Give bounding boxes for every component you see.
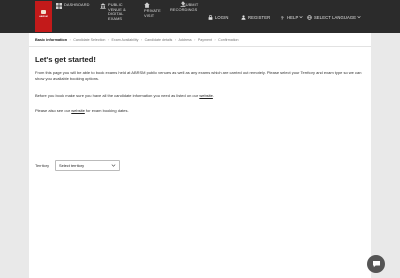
breadcrumb-separator: › xyxy=(194,37,196,42)
breadcrumb-separator: › xyxy=(174,37,176,42)
booking-dates-end: for exam booking dates. xyxy=(84,108,129,113)
nav-dashboard[interactable]: DASHBOARD xyxy=(56,0,94,33)
lock-icon xyxy=(208,14,213,20)
chevron-down-icon xyxy=(357,16,361,19)
nav-private-visit[interactable]: PRIVATE VISIT xyxy=(139,0,167,33)
nav-public-venue-line-4: EXAMS xyxy=(108,15,123,21)
step-candidate-details: Candidate details xyxy=(144,37,173,42)
step-exam-availability: Exam Availability xyxy=(111,37,139,42)
step-confirmation: Confirmation xyxy=(218,37,239,42)
nav-submit-recordings[interactable]: SUBMIT RECORDINGS xyxy=(169,0,205,33)
globe-icon xyxy=(307,14,312,20)
nav-public-venue-label: PUBLIC VENUE & DIGITAL EXAMS xyxy=(108,2,126,21)
building-icon xyxy=(100,3,106,9)
nav-submit-recordings-label: SUBMIT RECORDINGS xyxy=(170,2,198,12)
territory-select[interactable]: Select territory xyxy=(55,160,120,171)
abrsm-logo[interactable]: ABRSM xyxy=(35,1,52,32)
language-label: SELECT LANGUAGE xyxy=(314,14,357,20)
logo-text: ABRSM xyxy=(39,16,48,18)
candidate-info-website-link[interactable]: website xyxy=(199,93,213,98)
language-selector[interactable]: SELECT LANGUAGE xyxy=(307,14,363,20)
chat-icon xyxy=(372,261,380,268)
breadcrumb-separator: › xyxy=(107,37,110,42)
nav-private-visit-label: PRIVATE VISIT xyxy=(144,8,161,18)
candidate-info-end: . xyxy=(212,93,215,98)
booking-dates-website-link[interactable]: website xyxy=(71,108,85,113)
chevron-down-icon xyxy=(111,164,116,167)
top-navigation-bar: ABRSM DASHBOARD PUBLIC VENUE & DIGITAL E… xyxy=(0,0,400,33)
nav-public-venue-digital-exams[interactable]: PUBLIC VENUE & DIGITAL EXAMS xyxy=(100,0,136,33)
booking-dates-text: Please also see our xyxy=(35,108,72,113)
question-icon: ? xyxy=(281,15,284,20)
step-payment: Payment xyxy=(197,37,213,42)
chevron-down-icon xyxy=(299,16,303,19)
grid-icon xyxy=(56,3,62,9)
intro-paragraph: From this page you will be able to book … xyxy=(35,70,362,81)
booking-dates-paragraph: Please also see our website for exam boo… xyxy=(35,108,365,114)
breadcrumb-separator: › xyxy=(69,37,71,42)
nav-submit-line-2: RECORDINGS xyxy=(170,6,198,12)
nav-dashboard-label: DASHBOARD xyxy=(64,2,90,7)
register-label: REGISTER xyxy=(248,14,271,20)
chat-button[interactable] xyxy=(367,255,385,273)
nav-private-visit-line-2: VISIT xyxy=(144,12,155,18)
candidate-info-paragraph: Before you book make sure you have all t… xyxy=(35,93,365,99)
register-link[interactable]: REGISTER xyxy=(241,14,270,20)
help-label: HELP xyxy=(287,14,299,20)
step-candidate-selection: Candidate Selection xyxy=(73,37,106,42)
candidate-info-text: Before you book make sure you have all t… xyxy=(35,93,200,98)
territory-select-value: Select territory xyxy=(59,163,85,168)
help-menu[interactable]: ? HELP xyxy=(280,14,305,20)
user-icon xyxy=(241,14,246,20)
breadcrumb-separator: › xyxy=(140,37,143,42)
login-label: LOGIN xyxy=(215,14,229,20)
step-address: Address xyxy=(178,37,192,42)
territory-label: Territory xyxy=(35,163,50,168)
breadcrumb-separator: › xyxy=(214,37,216,42)
main-content-panel: Basic information › Candidate Selection … xyxy=(29,33,371,278)
page-title: Let's get started! xyxy=(35,55,96,64)
svg-text:?: ? xyxy=(281,15,284,20)
crest-icon xyxy=(41,10,46,14)
booking-steps-breadcrumb: Basic information › Candidate Selection … xyxy=(29,33,371,47)
login-link[interactable]: LOGIN xyxy=(208,14,229,20)
step-basic-information: Basic information xyxy=(35,37,68,42)
